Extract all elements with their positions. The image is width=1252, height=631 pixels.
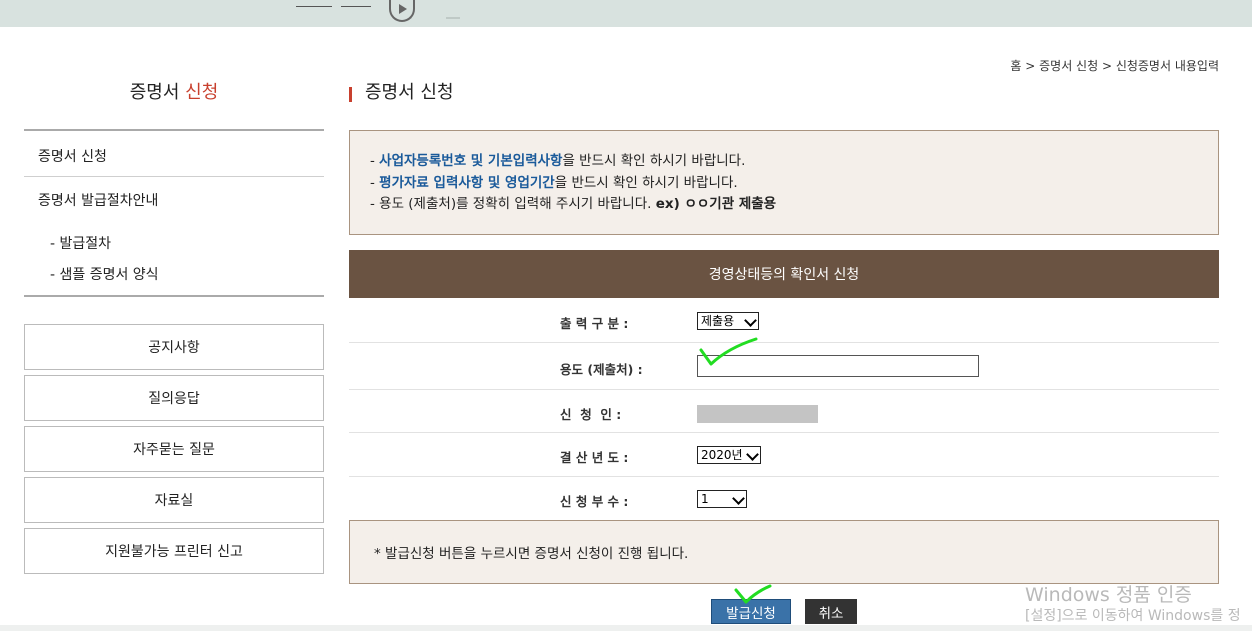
fiscal-year-value: 2020년 <box>701 448 743 462</box>
applicant-label: 신 청 인 : <box>560 407 622 422</box>
sidebar-divider <box>24 129 324 131</box>
row-divider <box>349 432 1219 433</box>
top-toolbar <box>0 0 1252 27</box>
sidebar-subitem-sample-form[interactable]: - 샘플 증명서 양식 <box>50 264 159 284</box>
copies-value: 1 <box>701 492 709 506</box>
notice-prefix: - <box>370 174 380 191</box>
notice-line: - 용도 (제출처)를 정확히 입력해 주시기 바랍니다. ex) ㅇㅇ기관 제… <box>370 194 1218 216</box>
notice-text: 을 반드시 확인 하시기 바랍니다. <box>562 153 746 169</box>
row-divider <box>349 476 1219 477</box>
sidebar-item-issue-guide[interactable]: 증명서 발급절차안내 <box>38 190 158 210</box>
notice-text: 을 반드시 확인 하시기 바랍니다. <box>554 174 738 191</box>
notice-emphasis: 평가자료 입력사항 및 영업기간 <box>379 174 555 191</box>
report-printer-button[interactable]: 지원불가능 프린터 신고 <box>24 528 324 574</box>
notice-box: - 사업자등록번호 및 기본입력사항을 반드시 확인 하시기 바랍니다. - 평… <box>349 130 1219 235</box>
fiscal-year-label: 결 산 년 도 : <box>560 450 629 465</box>
purpose-label: 용도 (제출처) : <box>560 362 643 377</box>
output-type-value: 제출용 <box>701 314 735 328</box>
fiscal-year-select[interactable]: 2020년 <box>697 446 761 464</box>
notice-prefix: - <box>370 153 380 169</box>
info-box: * 발급신청 버튼을 누르시면 증명서 신청이 진행 됩니다. <box>349 520 1219 584</box>
check-mark-icon <box>734 584 772 604</box>
sidebar-subitem-issue-process[interactable]: - 발급절차 <box>50 233 111 253</box>
sidebar-title: 증명서 신청 <box>24 78 324 104</box>
notice-line: - 사업자등록번호 및 기본입력사항을 반드시 확인 하시기 바랍니다. <box>370 151 1218 173</box>
row-divider <box>349 342 1219 343</box>
page-title: 증명서 신청 <box>349 78 454 104</box>
row-divider <box>349 389 1219 390</box>
sidebar-title-text: 증명서 <box>129 82 186 103</box>
breadcrumb: 홈 > 증명서 신청 > 신청증명서 내용입력 <box>1010 59 1219 73</box>
toolbar-divider <box>296 6 332 7</box>
output-type-label: 출 력 구 분 : <box>560 316 629 331</box>
archive-button[interactable]: 자료실 <box>24 477 324 523</box>
toolbar-divider <box>446 17 460 19</box>
chevron-down-icon <box>732 492 745 505</box>
notice-text: - 용도 (제출처)를 정확히 입력해 주시기 바랍니다. <box>370 196 656 212</box>
sidebar-divider <box>24 295 324 297</box>
copies-label: 신 청 부 수 : <box>560 494 629 509</box>
chevron-down-icon <box>744 314 757 327</box>
form-header: 경영상태등의 확인서 신청 <box>349 250 1219 298</box>
sidebar-divider <box>24 176 324 177</box>
output-type-select[interactable]: 제출용 <box>697 312 759 330</box>
toolbar-divider <box>341 6 371 7</box>
sidebar-title-highlight: 신청 <box>185 82 219 103</box>
qna-button[interactable]: 질의응답 <box>24 375 324 421</box>
faq-button[interactable]: 자주묻는 질문 <box>24 426 324 472</box>
sidebar-item-certificate-apply[interactable]: 증명서 신청 <box>38 146 107 166</box>
chevron-down-icon <box>746 448 759 461</box>
notice-emphasis: 사업자등록번호 및 기본입력사항 <box>379 153 563 169</box>
copies-select[interactable]: 1 <box>697 490 747 508</box>
applicant-value-redacted <box>697 405 818 423</box>
play-icon[interactable] <box>389 0 415 22</box>
check-mark-icon <box>699 337 758 366</box>
windows-activation-hint: [설정]으로 이동하여 Windows를 정 <box>1025 608 1241 624</box>
bottom-strip <box>0 625 1252 631</box>
notice-example: ex) ㅇㅇ기관 제출용 <box>655 196 777 212</box>
notice-board-button[interactable]: 공지사항 <box>24 324 324 370</box>
windows-activation-watermark: Windows 정품 인증 <box>1025 584 1192 606</box>
notice-line: - 평가자료 입력사항 및 영업기간을 반드시 확인 하시기 바랍니다. <box>370 173 1218 195</box>
cancel-button[interactable]: 취소 <box>805 599 857 624</box>
